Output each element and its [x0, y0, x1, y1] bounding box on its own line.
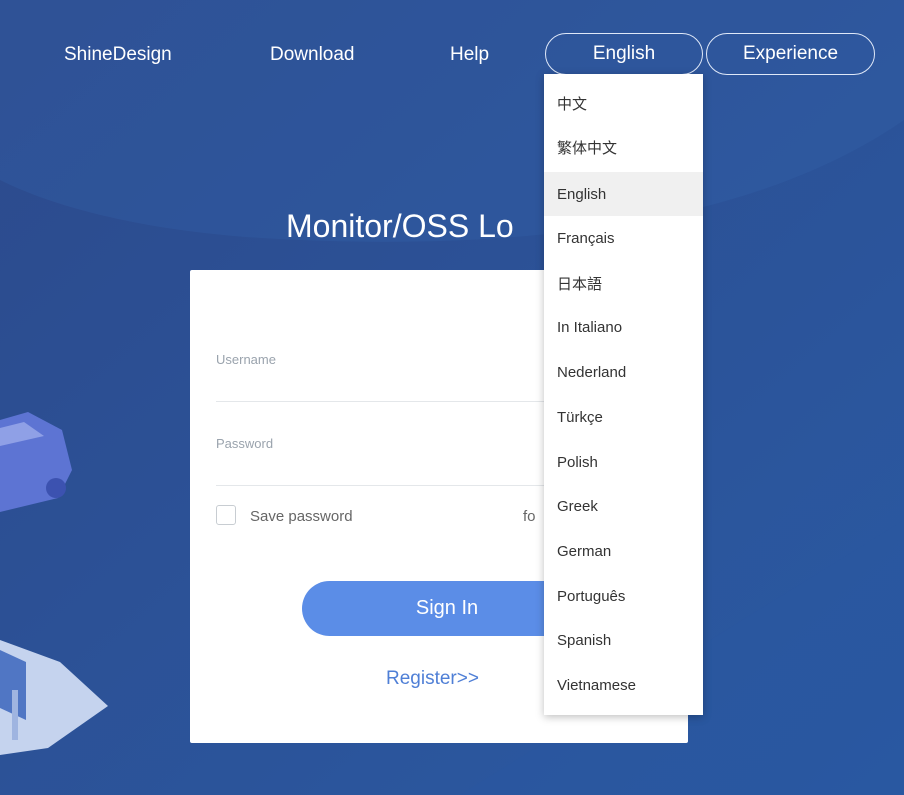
experience-button-label: Experience	[742, 43, 839, 64]
password-field[interactable]: Password	[216, 436, 273, 451]
language-option-greek[interactable]: Greek	[544, 484, 703, 528]
language-dropdown-menu: 中文 繁体中文 English Français 日本語 In Italiano…	[544, 74, 703, 715]
register-link[interactable]: Register>>	[386, 668, 479, 690]
page-title: Monitor/OSS Lo	[286, 208, 514, 244]
language-option-japanese[interactable]: 日本語	[544, 261, 703, 305]
download-link[interactable]: Download	[270, 44, 355, 66]
language-option-spanish[interactable]: Spanish	[544, 618, 703, 662]
language-option-portuguese[interactable]: Português	[544, 574, 703, 618]
language-option-french[interactable]: Français	[544, 216, 703, 260]
language-option-vietnamese[interactable]: Vietnamese	[544, 663, 703, 707]
language-selector[interactable]: English	[545, 33, 703, 75]
language-option-german[interactable]: German	[544, 529, 703, 573]
language-option-polish[interactable]: Polish	[544, 440, 703, 484]
brand-link[interactable]: ShineDesign	[64, 44, 172, 66]
save-password-label[interactable]: Save password	[250, 508, 353, 525]
username-field[interactable]: Username	[216, 352, 276, 367]
language-option-turkish[interactable]: Türkçe	[544, 395, 703, 439]
language-option-dutch[interactable]: Nederland	[544, 350, 703, 394]
experience-button[interactable]: Experience	[706, 33, 875, 75]
language-option-english[interactable]: English	[544, 172, 703, 216]
language-option-zh-tw[interactable]: 繁体中文	[544, 125, 703, 169]
forgot-password-link[interactable]: fo	[523, 508, 536, 525]
language-option-italian[interactable]: In Italiano	[544, 305, 703, 349]
sign-in-label: Sign In	[415, 597, 479, 619]
language-selector-label: English	[592, 43, 656, 64]
language-option-zh-cn[interactable]: 中文	[544, 81, 703, 125]
login-page: ShineDesign Download Help English Experi…	[0, 0, 904, 795]
save-password-checkbox[interactable]	[216, 505, 236, 525]
help-link[interactable]: Help	[450, 44, 489, 66]
